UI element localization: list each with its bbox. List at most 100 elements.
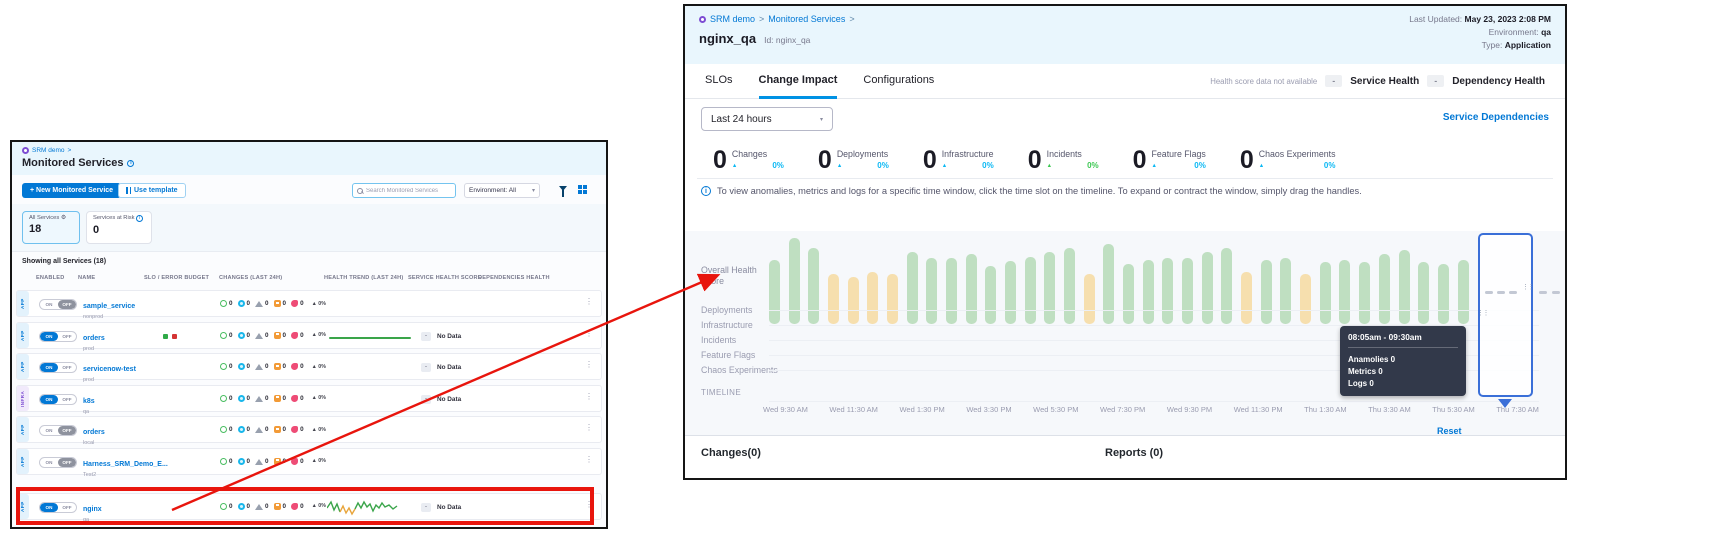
tab-configurations[interactable]: Configurations <box>863 64 934 99</box>
timeline-bar[interactable] <box>828 274 839 324</box>
timeline-bar[interactable] <box>1320 262 1331 324</box>
timeline-bar[interactable] <box>1123 264 1134 324</box>
timeline-bar[interactable] <box>1458 260 1469 324</box>
tab-change-impact[interactable]: Change Impact <box>759 64 838 99</box>
timeline-bar[interactable] <box>1339 260 1350 324</box>
service-row-k8s[interactable]: INFRAONOFFk8sqa00000▲ 0%-No Data⋮ <box>16 385 602 412</box>
use-template-button[interactable]: Use template <box>118 183 186 198</box>
time-window-selection[interactable]: ⋮⋮ ⋮⋮ <box>1478 233 1533 397</box>
row-menu-button[interactable]: ⋮ <box>585 423 593 432</box>
timeline-bar[interactable] <box>1280 258 1291 324</box>
change-count: 0 <box>229 300 233 307</box>
new-monitored-service-button[interactable]: + New Monitored Service <box>22 183 121 198</box>
services-at-risk-card[interactable]: Services at Risk i 0 <box>86 211 152 244</box>
info-icon: i <box>701 186 711 196</box>
timeline-bar[interactable] <box>1025 257 1036 324</box>
info-icon[interactable]: i <box>127 160 134 167</box>
enabled-toggle[interactable]: ONOFF <box>39 457 77 468</box>
info-banner-text: To view anomalies, metrics and logs for … <box>717 186 1362 196</box>
grid-view-icon[interactable] <box>578 185 582 189</box>
service-name-link[interactable]: Harness_SRM_Demo_E... <box>83 461 168 468</box>
timeline-bar[interactable] <box>1438 264 1449 324</box>
timeline-bar[interactable] <box>1143 260 1154 324</box>
service-row-sample-service[interactable]: APPONOFFsample_servicenonprod00000▲ 0%⋮ <box>16 290 602 317</box>
service-name-link[interactable]: orders <box>83 429 105 436</box>
service-row-servicenow-test[interactable]: APPONOFFservicenow-testprod00000▲ 0%-No … <box>16 353 602 380</box>
timeline-bar[interactable] <box>1359 262 1370 324</box>
drag-handle-left[interactable]: ⋮⋮ <box>1477 311 1488 317</box>
timeline-bar[interactable] <box>1241 272 1252 324</box>
timeline-bar[interactable] <box>867 272 878 324</box>
slo-bad-dot <box>172 334 177 339</box>
search-box[interactable] <box>352 183 456 198</box>
service-row-orders[interactable]: APPONOFFordersprod00000▲ 0%-No Data⋮ <box>16 322 602 349</box>
timeline-bar[interactable] <box>1202 252 1213 324</box>
timeline-bar[interactable] <box>1261 260 1272 324</box>
timeline-bar[interactable] <box>789 238 800 324</box>
timeline-bar[interactable] <box>848 277 859 324</box>
enabled-toggle[interactable]: ONOFF <box>39 362 77 373</box>
service-row-harness-srm-demo-e-[interactable]: APPONOFFHarness_SRM_Demo_E...Test200000▲… <box>16 448 602 475</box>
enabled-toggle[interactable]: ONOFF <box>39 425 77 436</box>
selection-pointer-icon[interactable] <box>1498 399 1512 408</box>
timeline-bar[interactable] <box>808 248 819 324</box>
tab-slos[interactable]: SLOs <box>705 64 733 99</box>
filter-icon[interactable] <box>559 186 567 191</box>
enabled-toggle[interactable]: ONOFF <box>39 502 77 513</box>
metric-value: 0 <box>818 147 832 173</box>
row-menu-button[interactable]: ⋮ <box>585 329 593 338</box>
time-range-select[interactable]: Last 24 hours ▾ <box>701 107 833 131</box>
timeline-bar[interactable] <box>1418 262 1429 324</box>
row-menu-button[interactable]: ⋮ <box>585 297 593 306</box>
timeline-bar[interactable] <box>907 252 918 324</box>
service-name-link[interactable]: orders <box>83 335 105 342</box>
enabled-toggle[interactable]: ONOFF <box>39 331 77 342</box>
timeline-bar[interactable] <box>1300 274 1311 324</box>
alerts-icon <box>255 301 263 307</box>
environment-filter[interactable]: Environment: All ▾ <box>464 183 540 198</box>
timeline-bar[interactable] <box>1379 254 1390 324</box>
reset-button[interactable]: Reset <box>1437 426 1462 436</box>
timeline-bar[interactable] <box>1182 258 1193 324</box>
timeline-bar[interactable] <box>966 254 977 324</box>
breadcrumb[interactable]: SRM demo > <box>22 147 71 154</box>
timeline-bar[interactable] <box>1399 250 1410 324</box>
service-dependencies-link[interactable]: Service Dependencies <box>1443 112 1549 123</box>
drag-handle-right[interactable]: ⋮⋮ <box>1522 285 1533 291</box>
timeline-bar[interactable] <box>985 266 996 324</box>
service-name-link[interactable]: sample_service <box>83 303 135 310</box>
timeline-bar[interactable] <box>1064 248 1075 324</box>
changes-count[interactable]: Changes(0) <box>701 447 761 459</box>
timeline-bar[interactable] <box>946 258 957 324</box>
service-row-nginx[interactable]: APPONOFFnginxqa00000▲ 0% -No Data⋮ <box>16 493 602 520</box>
service-name-link[interactable]: k8s <box>83 398 95 405</box>
timeline-bar[interactable] <box>1005 261 1016 324</box>
row-menu-button[interactable]: ⋮ <box>585 392 593 401</box>
breadcrumb-link[interactable]: SRM demo <box>32 147 65 154</box>
service-name-link[interactable]: nginx <box>83 506 102 513</box>
timeline-bar[interactable] <box>1162 258 1173 324</box>
breadcrumb-link-srm-demo[interactable]: SRM demo <box>710 14 755 24</box>
service-name-link[interactable]: servicenow-test <box>83 366 136 373</box>
breadcrumb-separator: > <box>849 14 854 24</box>
row-menu-button[interactable]: ⋮ <box>585 455 593 464</box>
timeline-bar[interactable] <box>1084 274 1095 324</box>
detail-footer: Changes(0) Reports (0) <box>685 435 1565 478</box>
reports-count[interactable]: Reports (0) <box>1105 447 1163 459</box>
changes-cell: 00000▲ 0% <box>220 426 326 433</box>
row-menu-button[interactable]: ⋮ <box>585 500 593 509</box>
service-row-orders[interactable]: APPONOFForderslocal00000▲ 0%⋮ <box>16 416 602 443</box>
enabled-toggle[interactable]: ONOFF <box>39 394 77 405</box>
timeline-bar[interactable] <box>1103 244 1114 324</box>
timeline-bar[interactable] <box>769 260 780 324</box>
timeline-bar[interactable] <box>887 274 898 324</box>
all-services-card[interactable]: All Services ⚙ 18 <box>22 211 80 244</box>
search-input[interactable] <box>366 188 451 194</box>
gear-icon: ⚙ <box>61 215 66 221</box>
timeline-bar[interactable] <box>1221 248 1232 324</box>
row-menu-button[interactable]: ⋮ <box>585 360 593 369</box>
timeline-bar[interactable] <box>1044 252 1055 324</box>
enabled-toggle[interactable]: ONOFF <box>39 299 77 310</box>
breadcrumb-link-monitored-services[interactable]: Monitored Services <box>768 14 845 24</box>
timeline-bar[interactable] <box>926 258 937 324</box>
